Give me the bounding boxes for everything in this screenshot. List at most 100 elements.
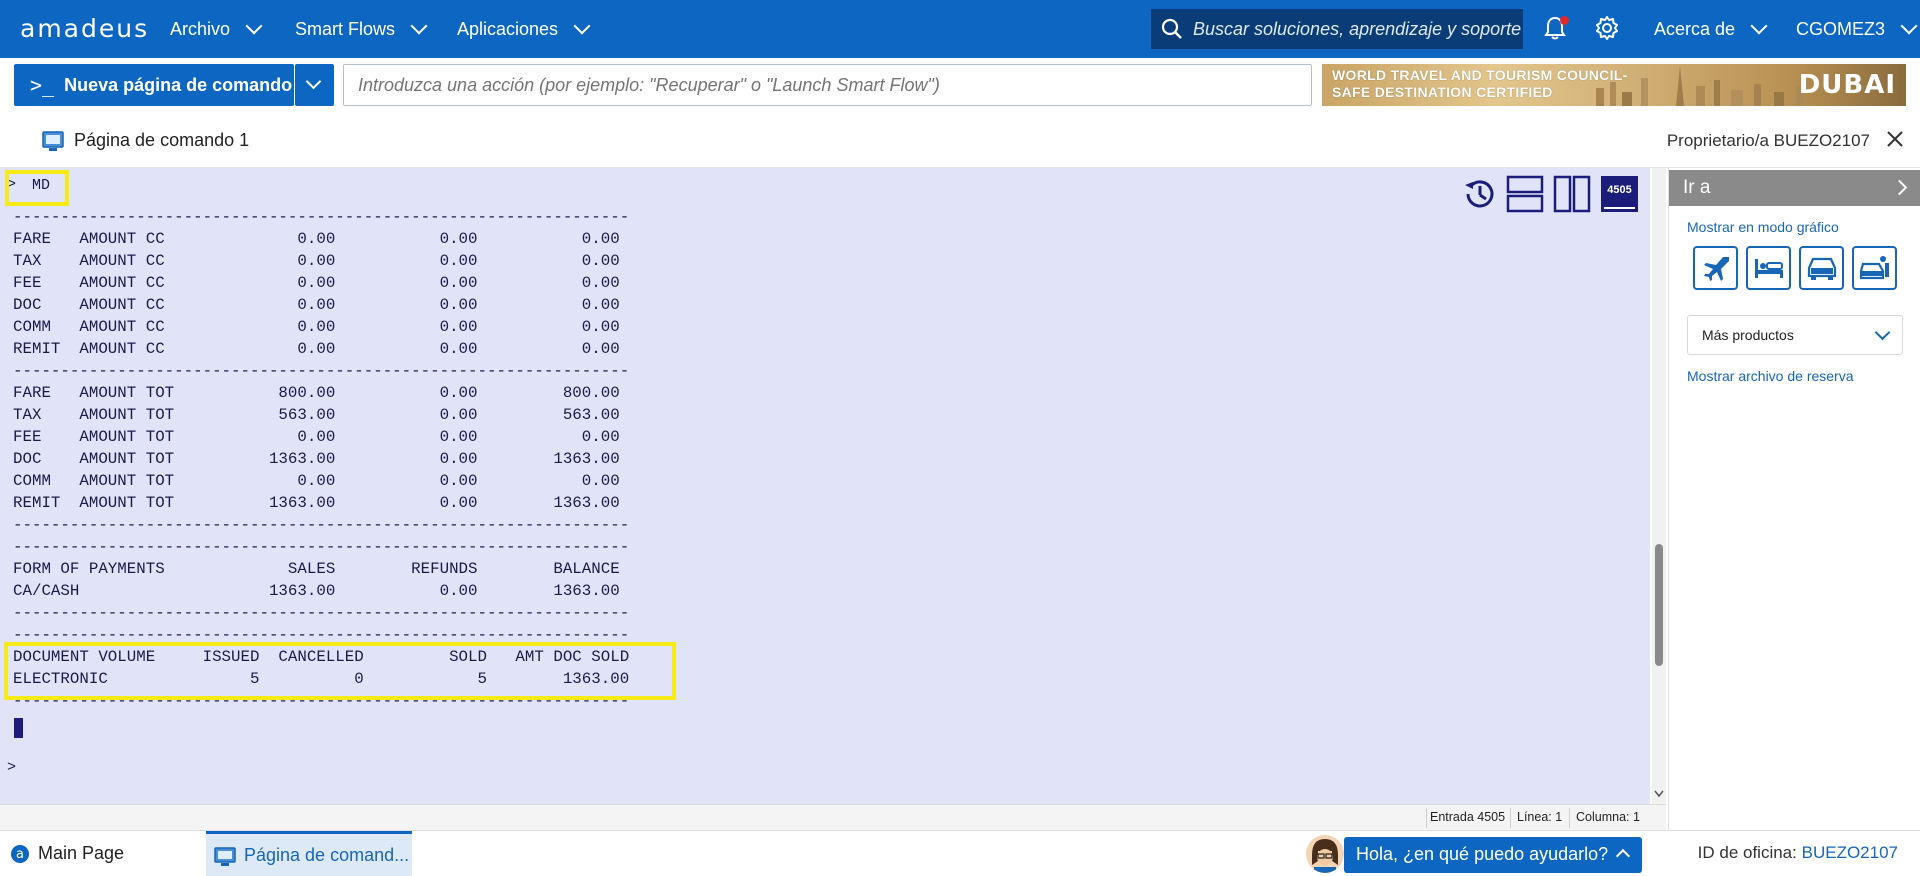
office-badge-label: 4505 bbox=[1607, 184, 1632, 196]
history-icon[interactable] bbox=[1462, 176, 1498, 212]
terminal-line: DOC AMOUNT CC 0.00 0.00 0.00 bbox=[13, 296, 620, 314]
terminal-scrollbar[interactable] bbox=[1652, 168, 1666, 804]
terminal-line: FARE AMOUNT TOT 800.00 0.00 800.00 bbox=[13, 384, 620, 402]
show-reservation-link[interactable]: Mostrar archivo de reserva bbox=[1687, 368, 1854, 384]
new-command-page-label: Nueva página de comando bbox=[64, 74, 293, 95]
go-to-panel: Ir a Mostrar en modo gráfico Más product… bbox=[1668, 168, 1920, 830]
menu-archivo-label: Archivo bbox=[170, 18, 231, 39]
status-linea: Línea: 1 bbox=[1517, 810, 1563, 824]
search-placeholder: Buscar soluciones, aprendizaje y soporte bbox=[1193, 18, 1522, 39]
terminal-prompt-2: > bbox=[7, 759, 17, 776]
car-product-button[interactable] bbox=[1799, 246, 1844, 290]
global-search-input[interactable]: Buscar soluciones, aprendizaje y soporte bbox=[1151, 9, 1523, 49]
chevron-down-icon bbox=[305, 73, 322, 90]
action-input[interactable] bbox=[343, 64, 1312, 106]
page-header: Página de comando 1 Proprietario/a BUEZO… bbox=[0, 112, 1920, 168]
terminal-status-bar: Entrada 4505 Línea: 1 Columna: 1 bbox=[0, 804, 1666, 830]
menu-smart-flows-label: Smart Flows bbox=[295, 18, 396, 39]
close-icon[interactable] bbox=[1886, 130, 1904, 148]
main-page-label: Main Page bbox=[38, 843, 125, 863]
terminal-line: ----------------------------------------… bbox=[13, 538, 630, 556]
command-page-icon bbox=[42, 131, 64, 151]
terminal-line: COMM AMOUNT TOT 0.00 0.00 0.00 bbox=[13, 472, 620, 490]
more-products-label: Más productos bbox=[1702, 327, 1794, 343]
menu-smart-flows[interactable]: Smart Flows bbox=[295, 0, 428, 58]
divider bbox=[1569, 808, 1570, 828]
menu-aplicaciones[interactable]: Aplicaciones bbox=[457, 0, 591, 58]
banner-line-2: SAFE DESTINATION CERTIFIED bbox=[1332, 84, 1553, 100]
transfer-product-button[interactable] bbox=[1852, 246, 1897, 290]
chat-assistant-label: Hola, ¿en qué puedo ayudarlo? bbox=[1356, 844, 1609, 864]
hotel-bed-icon bbox=[1754, 259, 1783, 278]
search-icon bbox=[1161, 18, 1182, 39]
status-entrada: Entrada 4505 bbox=[1430, 810, 1506, 824]
chevron-down-icon bbox=[573, 17, 591, 35]
terminal-line: FARE AMOUNT CC 0.00 0.00 0.00 bbox=[13, 230, 620, 248]
assistant-avatar bbox=[1306, 835, 1344, 873]
terminal-line: ----------------------------------------… bbox=[13, 362, 630, 380]
command-terminal[interactable]: > MD -----------------------------------… bbox=[0, 168, 1650, 804]
scroll-down-icon[interactable] bbox=[1654, 790, 1664, 798]
split-vertical-icon[interactable] bbox=[1553, 175, 1591, 213]
terminal-line: DOC AMOUNT TOT 1363.00 0.00 1363.00 bbox=[13, 450, 620, 468]
top-navigation-bar: amadeus Archivo Smart Flows Aplicaciones… bbox=[0, 0, 1920, 58]
page-owner: Proprietario/a BUEZO2107 bbox=[1666, 131, 1870, 150]
go-to-panel-header[interactable]: Ir a bbox=[1669, 170, 1920, 206]
terminal-line: ----------------------------------------… bbox=[13, 604, 630, 622]
terminal-line: FEE AMOUNT CC 0.00 0.00 0.00 bbox=[13, 274, 620, 292]
terminal-line: FEE AMOUNT TOT 0.00 0.00 0.00 bbox=[13, 428, 620, 446]
office-badge-icon[interactable]: 4505 bbox=[1601, 176, 1638, 212]
go-to-title: Ir a bbox=[1683, 177, 1711, 198]
menu-acerca-de[interactable]: Acerca de bbox=[1654, 0, 1768, 58]
command-page-icon bbox=[214, 847, 236, 866]
menu-acerca-de-label: Acerca de bbox=[1654, 18, 1736, 39]
amadeus-logo: amadeus bbox=[20, 14, 150, 43]
terminal-line: REMIT AMOUNT TOT 1363.00 0.00 1363.00 bbox=[13, 494, 620, 512]
banner-brand: DUBAI bbox=[1798, 70, 1896, 100]
hotel-product-button[interactable] bbox=[1746, 246, 1791, 290]
chevron-down-icon bbox=[1900, 17, 1918, 35]
notification-dot bbox=[1560, 16, 1569, 25]
banner-line-1: WORLD TRAVEL AND TOURISM COUNCIL- bbox=[1332, 67, 1628, 83]
chevron-right-icon bbox=[1891, 179, 1908, 196]
menu-aplicaciones-label: Aplicaciones bbox=[457, 18, 559, 39]
menu-archivo[interactable]: Archivo bbox=[170, 0, 263, 58]
split-horizontal-icon[interactable] bbox=[1506, 175, 1544, 213]
terminal-line: COMM AMOUNT CC 0.00 0.00 0.00 bbox=[13, 318, 620, 336]
chat-assistant-button[interactable]: Hola, ¿en qué puedo ayudarlo? bbox=[1344, 837, 1642, 873]
terminal-line: REMIT AMOUNT CC 0.00 0.00 0.00 bbox=[13, 340, 620, 358]
car-icon bbox=[1807, 257, 1836, 280]
user-name: CGOMEZ3 bbox=[1796, 18, 1886, 39]
chevron-up-icon bbox=[1615, 848, 1631, 864]
chevron-down-icon bbox=[410, 17, 428, 35]
more-products-dropdown[interactable]: Más productos bbox=[1687, 315, 1903, 355]
terminal-line: ----------------------------------------… bbox=[13, 516, 630, 534]
chevron-down-icon bbox=[1874, 324, 1891, 341]
office-id: ID de oficina: BUEZO2107 bbox=[1698, 843, 1898, 863]
terminal-cursor bbox=[14, 718, 23, 738]
flight-product-button[interactable] bbox=[1693, 246, 1738, 290]
page-title: Página de comando 1 bbox=[74, 130, 250, 150]
new-command-page-dropdown[interactable] bbox=[295, 64, 334, 106]
highlight-document-volume bbox=[4, 642, 676, 700]
new-command-page-button[interactable]: >_ Nueva página de comando bbox=[14, 64, 294, 106]
terminal-prompt-icon: >_ bbox=[30, 73, 55, 97]
terminal-line: TAX AMOUNT TOT 563.00 0.00 563.00 bbox=[13, 406, 620, 424]
chevron-down-icon bbox=[245, 17, 263, 35]
command-page-tab-label: Página de comand... bbox=[244, 845, 410, 865]
main-page-tab[interactable]: a Main Page bbox=[10, 843, 124, 864]
gear-icon[interactable] bbox=[1594, 15, 1620, 41]
chevron-down-icon bbox=[1750, 17, 1768, 35]
show-graphic-mode-link[interactable]: Mostrar en modo gráfico bbox=[1687, 219, 1839, 235]
plane-icon bbox=[1703, 257, 1729, 281]
command-page-tab[interactable]: Página de comand... bbox=[206, 831, 412, 876]
dubai-ad-banner[interactable]: WORLD TRAVEL AND TOURISM COUNCIL- SAFE D… bbox=[1322, 64, 1906, 106]
terminal-line: TAX AMOUNT CC 0.00 0.00 0.00 bbox=[13, 252, 620, 270]
svg-text:a: a bbox=[16, 847, 24, 862]
terminal-line: CA/CASH 1363.00 0.00 1363.00 bbox=[13, 582, 620, 600]
scrollbar-thumb[interactable] bbox=[1655, 544, 1663, 666]
divider bbox=[1426, 808, 1427, 828]
terminal-output: ----------------------------------------… bbox=[13, 184, 629, 712]
user-menu[interactable]: CGOMEZ3 bbox=[1796, 0, 1918, 58]
